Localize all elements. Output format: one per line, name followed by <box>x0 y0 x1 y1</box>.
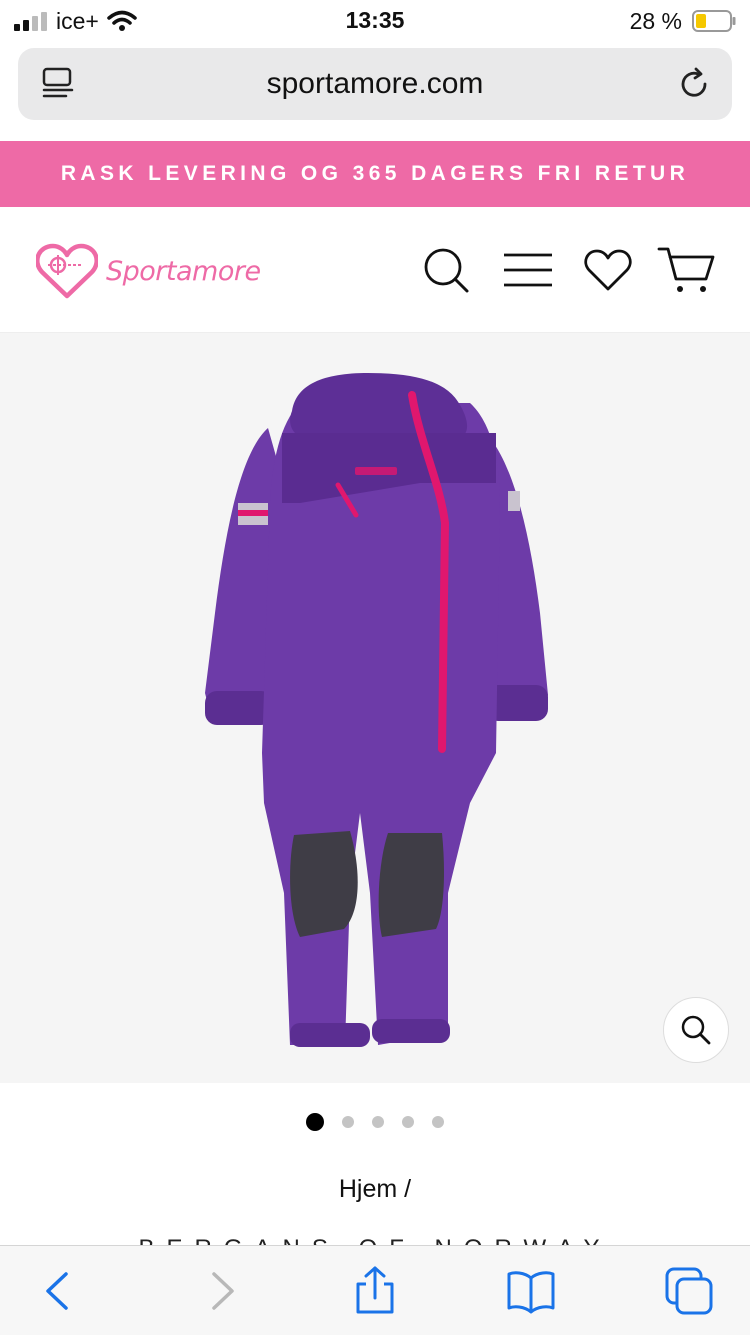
reload-icon[interactable] <box>676 66 712 102</box>
address-bar[interactable]: sportamore.com <box>18 48 732 120</box>
browser-toolbar <box>0 1245 750 1335</box>
carousel-dot-1[interactable] <box>306 1113 324 1131</box>
carousel-dots <box>0 1113 750 1131</box>
tabs-icon[interactable] <box>664 1266 714 1316</box>
site-header: Sportamore <box>0 207 750 333</box>
logo-text: Sportamore <box>106 255 261 287</box>
breadcrumb[interactable]: Hjem / <box>0 1175 750 1204</box>
cart-icon[interactable] <box>657 245 717 295</box>
zoom-icon <box>681 1015 711 1045</box>
product-image[interactable] <box>0 333 750 1083</box>
battery-icon <box>692 10 736 32</box>
zoom-button[interactable] <box>663 997 729 1063</box>
promo-banner: RASK LEVERING OG 365 DAGERS FRI RETUR <box>0 141 750 207</box>
status-bar: ice+ 13:35 28 % <box>0 0 750 42</box>
logo-heart-icon <box>36 243 98 299</box>
heart-icon[interactable] <box>583 245 633 295</box>
carousel-dot-5[interactable] <box>432 1116 444 1128</box>
snowsuit-image <box>205 373 548 1047</box>
bookmarks-icon[interactable] <box>506 1266 556 1316</box>
logo[interactable]: Sportamore <box>36 241 261 301</box>
carousel-dot-4[interactable] <box>402 1116 414 1128</box>
battery-percent: 28 % <box>629 7 682 34</box>
forward-icon[interactable] <box>196 1266 246 1316</box>
share-icon[interactable] <box>350 1266 400 1316</box>
carousel-dot-2[interactable] <box>342 1116 354 1128</box>
url-text[interactable]: sportamore.com <box>18 67 732 101</box>
search-icon[interactable] <box>421 245 471 295</box>
battery-info: 28 % <box>630 6 736 36</box>
back-icon[interactable] <box>34 1266 84 1316</box>
carousel-dot-3[interactable] <box>372 1116 384 1128</box>
menu-icon[interactable] <box>502 245 554 295</box>
